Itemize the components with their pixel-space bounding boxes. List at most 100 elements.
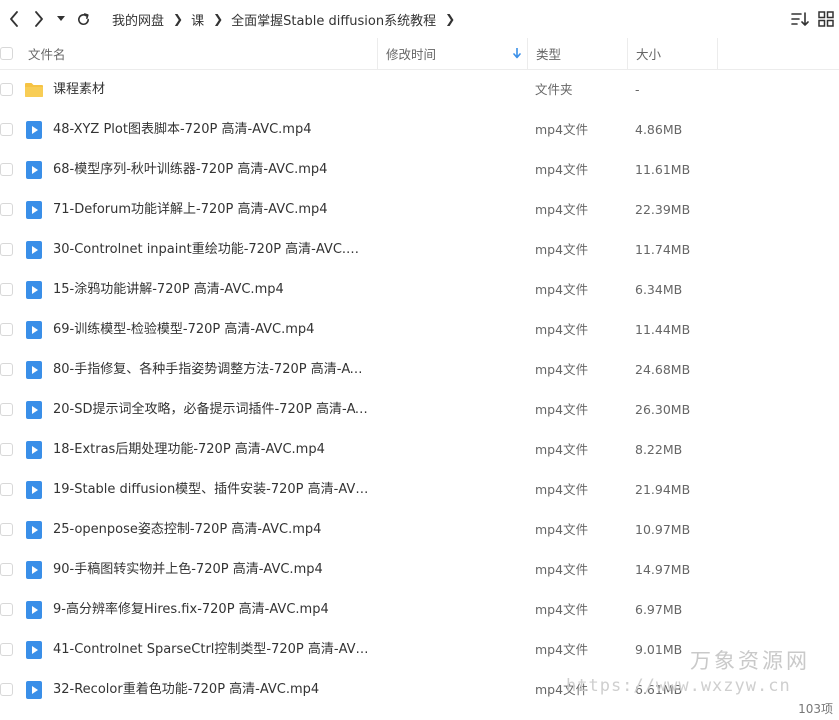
file-type: 文件夹 [535,82,573,97]
row-checkbox[interactable] [0,563,13,576]
grid-view-button[interactable] [815,8,837,30]
file-size: 11.61MB [635,162,691,177]
file-type: mp4文件 [535,402,589,417]
refresh-button[interactable] [69,5,97,33]
file-type: mp4文件 [535,642,589,657]
file-size: 4.86MB [635,122,683,137]
sort-button[interactable] [789,8,811,30]
row-checkbox[interactable] [0,483,13,496]
file-name[interactable]: 25-openpose姿态控制-720P 高清-AVC.mp4 [53,510,321,550]
row-checkbox[interactable] [0,363,13,376]
file-row[interactable]: 48-XYZ Plot图表脚本-720P 高清-AVC.mp4 mp4文件 4.86… [0,110,839,150]
file-size: 11.74MB [635,242,691,257]
video-file-icon [24,280,44,300]
video-file-icon [24,240,44,260]
file-name[interactable]: 32-Recolor重着色功能-720P 高清-AVC.mp4 [53,670,319,710]
row-checkbox[interactable] [0,163,13,176]
file-row[interactable]: 80-手指修复、各种手指姿势调整方法-720P 高清-AVC.m... mp4文件… [0,350,839,390]
caret-down-icon [57,16,65,21]
file-row[interactable]: 9-高分辨率修复Hires.fix-720P 高清-AVC.mp4 mp4文件 6.… [0,590,839,630]
sort-descending-icon [513,48,521,59]
file-row[interactable]: 90-手稿图转实物并上色-720P 高清-AVC.mp4 mp4文件 14.97MB [0,550,839,590]
row-checkbox[interactable] [0,683,13,696]
refresh-icon [77,12,89,25]
file-row[interactable]: 25-openpose姿态控制-720P 高清-AVC.mp4 mp4文件 10.9… [0,510,839,550]
file-name[interactable]: 20-SD提示词全攻略，必备提示词插件-720P 高清-AVC.... [53,390,371,430]
row-checkbox[interactable] [0,643,13,656]
file-type: mp4文件 [535,162,589,177]
row-checkbox[interactable] [0,83,13,96]
row-checkbox[interactable] [0,243,13,256]
chevron-right-icon: ❯ [173,12,184,26]
breadcrumb-item-course[interactable]: 课 [191,10,204,29]
file-size: 6.34MB [635,282,683,297]
video-file-icon [24,560,44,580]
row-checkbox[interactable] [0,603,13,616]
file-type: mp4文件 [535,442,589,457]
file-size: 9.01MB [635,642,683,657]
video-file-icon [24,320,44,340]
sort-icon [791,12,809,26]
file-name[interactable]: 69-训练模型-检验模型-720P 高清-AVC.mp4 [53,310,314,350]
file-name[interactable]: 90-手稿图转实物并上色-720P 高清-AVC.mp4 [53,550,323,590]
chevron-right-icon [35,11,43,27]
file-type: mp4文件 [535,362,589,377]
file-row[interactable]: 30-Controlnet inpaint重绘功能-720P 高清-AVC.mp… [0,230,839,270]
back-button[interactable] [0,5,28,33]
video-file-icon [24,400,44,420]
file-name[interactable]: 68-模型序列-秋叶训练器-720P 高清-AVC.mp4 [53,150,327,190]
file-name[interactable]: 15-涂鸦功能讲解-720P 高清-AVC.mp4 [53,270,284,310]
row-checkbox[interactable] [0,323,13,336]
file-type: mp4文件 [535,282,589,297]
folder-row[interactable]: 课程素材 文件夹 - [0,70,839,110]
video-file-icon [24,120,44,140]
file-row[interactable]: 18-Extras后期处理功能-720P 高清-AVC.mp4 mp4文件 8.22… [0,430,839,470]
file-type: mp4文件 [535,322,589,337]
breadcrumb-item-current-folder[interactable]: 全面掌握Stable diffusion系统教程 [231,10,436,29]
file-row[interactable]: 20-SD提示词全攻略，必备提示词插件-720P 高清-AVC.... mp4文件… [0,390,839,430]
video-file-icon [24,640,44,660]
history-dropdown-button[interactable] [52,5,70,33]
file-size: 22.39MB [635,202,691,217]
row-checkbox[interactable] [0,203,13,216]
video-file-icon [24,200,44,220]
file-name[interactable]: 9-高分辨率修复Hires.fix-720P 高清-AVC.mp4 [53,590,329,630]
forward-button[interactable] [25,5,53,33]
column-header-name[interactable]: 文件名 [20,38,377,69]
file-type: mp4文件 [535,122,589,137]
toolbar: 我的网盘 ❯ 课 ❯ 全面掌握Stable diffusion系统教程 ❯ [0,0,839,38]
row-checkbox[interactable] [0,403,13,416]
watermark-text: 万象资源网 [690,649,810,673]
file-size: 14.97MB [635,562,691,577]
file-row[interactable]: 15-涂鸦功能讲解-720P 高清-AVC.mp4 mp4文件 6.34MB [0,270,839,310]
file-name[interactable]: 19-Stable diffusion模型、插件安装-720P 高清-AVC.m… [53,470,371,510]
file-name[interactable]: 41-Controlnet SparseCtrl控制类型-720P 高清-AVC… [53,630,371,670]
row-checkbox[interactable] [0,123,13,136]
file-name[interactable]: 课程素材 [53,70,105,110]
file-size: 6.97MB [635,602,683,617]
file-list-header: 文件名 修改时间 类型 大小 [0,38,839,70]
file-size: - [635,82,640,97]
file-name[interactable]: 48-XYZ Plot图表脚本-720P 高清-AVC.mp4 [53,110,312,150]
breadcrumb-item-my-drive[interactable]: 我的网盘 [112,10,164,29]
file-size: 26.30MB [635,402,691,417]
file-row[interactable]: 69-训练模型-检验模型-720P 高清-AVC.mp4 mp4文件 11.44MB [0,310,839,350]
row-checkbox[interactable] [0,523,13,536]
file-name[interactable]: 30-Controlnet inpaint重绘功能-720P 高清-AVC.mp… [53,230,371,270]
file-size: 24.68MB [635,362,691,377]
row-checkbox[interactable] [0,443,13,456]
file-name[interactable]: 18-Extras后期处理功能-720P 高清-AVC.mp4 [53,430,325,470]
file-row[interactable]: 71-Deforum功能详解上-720P 高清-AVC.mp4 mp4文件 22.3… [0,190,839,230]
file-name[interactable]: 71-Deforum功能详解上-720P 高清-AVC.mp4 [53,190,328,230]
column-header-modified[interactable]: 修改时间 [377,38,527,69]
file-row[interactable]: 19-Stable diffusion模型、插件安装-720P 高清-AVC.m… [0,470,839,510]
row-checkbox[interactable] [0,283,13,296]
breadcrumb: 我的网盘 ❯ 课 ❯ 全面掌握Stable diffusion系统教程 ❯ [112,10,463,29]
column-header-type[interactable]: 类型 [527,38,627,69]
file-size: 10.97MB [635,522,691,537]
select-all-checkbox[interactable] [0,47,13,60]
file-row[interactable]: 68-模型序列-秋叶训练器-720P 高清-AVC.mp4 mp4文件 11.61M… [0,150,839,190]
column-header-size[interactable]: 大小 [627,38,717,69]
video-file-icon [24,360,44,380]
file-name[interactable]: 80-手指修复、各种手指姿势调整方法-720P 高清-AVC.m... [53,350,371,390]
